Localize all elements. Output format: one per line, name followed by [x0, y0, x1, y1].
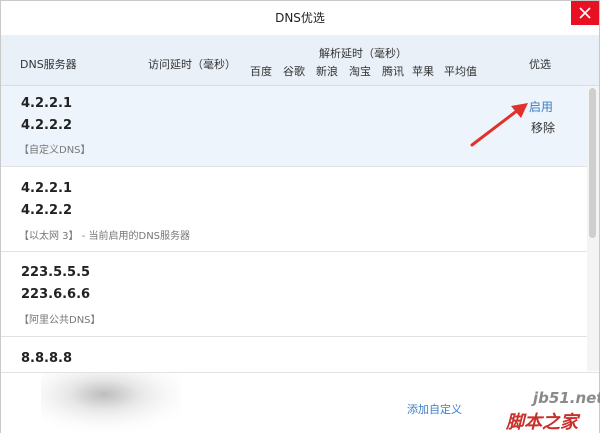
- scrollbar-thumb[interactable]: [589, 88, 596, 238]
- dns-source-tag: 【以太网 3】 - 当前启用的DNS服务器: [19, 231, 191, 242]
- header-site-sina: 新浪: [316, 65, 338, 78]
- header-visit-delay: 访问延时（毫秒）: [148, 58, 236, 71]
- dns-source-tag: 【自定义DNS】: [19, 145, 91, 156]
- dns-primary-ip: 8.8.8.8: [21, 351, 72, 366]
- title-bar: DNS优选: [1, 1, 599, 35]
- table-header: DNS服务器 访问延时（毫秒） 解析延时（毫秒） 百度 谷歌 新浪 淘宝 腾讯 …: [1, 35, 599, 86]
- header-optimal: 优选: [529, 58, 551, 71]
- header-site-average: 平均值: [444, 65, 477, 78]
- dns-source-tag: 【阿里公共DNS】: [19, 315, 101, 326]
- dns-row-google[interactable]: 8.8.8.8: [1, 337, 587, 371]
- dns-primary-ip: 223.5.5.5: [21, 265, 91, 280]
- dns-secondary-ip: 4.2.2.2: [21, 203, 72, 218]
- dns-secondary-ip: 223.6.6.6: [21, 287, 91, 302]
- close-button[interactable]: [571, 1, 599, 25]
- dns-secondary-ip: 4.2.2.2: [21, 118, 72, 133]
- dns-primary-ip: 4.2.2.1: [21, 181, 72, 196]
- add-custom-dns-link[interactable]: 添加自定义: [407, 401, 462, 417]
- header-parse-delay: 解析延时（毫秒）: [319, 47, 407, 60]
- dns-optimize-window: DNS优选 DNS服务器 访问延时（毫秒） 解析延时（毫秒） 百度 谷歌 新浪 …: [0, 0, 600, 434]
- header-site-baidu: 百度: [250, 65, 272, 78]
- close-icon: [579, 7, 591, 19]
- dns-primary-ip: 4.2.2.1: [21, 96, 72, 111]
- header-site-taobao: 淘宝: [349, 65, 371, 78]
- window-title: DNS优选: [275, 11, 325, 25]
- header-dns-server: DNS服务器: [20, 58, 77, 71]
- watermark-domain: jb51.net: [533, 389, 600, 407]
- header-site-google: 谷歌: [283, 65, 305, 78]
- blurred-image-overlay: [41, 373, 181, 434]
- header-site-tencent: 腾讯: [382, 65, 404, 78]
- dns-row-alidns[interactable]: 223.5.5.5 223.6.6.6 【阿里公共DNS】: [1, 252, 587, 337]
- red-arrow-annotation: [470, 103, 528, 147]
- dns-row-ethernet[interactable]: 4.2.2.1 4.2.2.2 【以太网 3】 - 当前启用的DNS服务器: [1, 167, 587, 252]
- header-site-apple: 苹果: [412, 65, 434, 78]
- watermark-site-name: 脚本之家: [506, 412, 578, 433]
